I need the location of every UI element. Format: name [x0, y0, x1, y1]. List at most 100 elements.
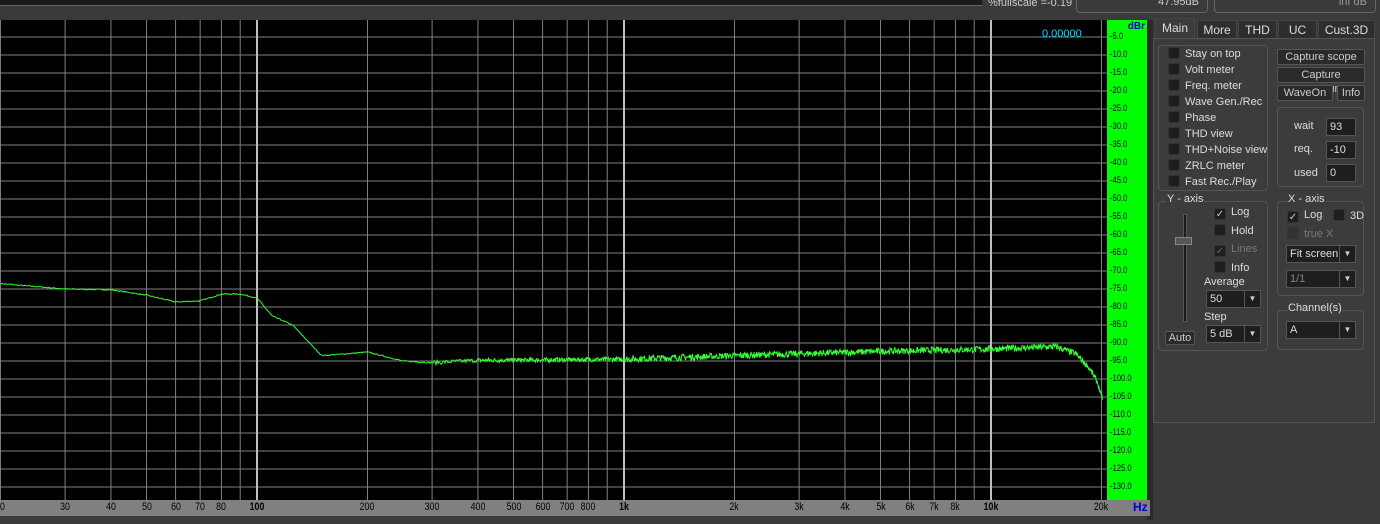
y-info-checkbox[interactable]: Info — [1214, 261, 1249, 275]
true-x-checkbox[interactable]: true X — [1287, 227, 1333, 241]
option-zrlc-meter-checkbox[interactable]: ZRLC meter — [1168, 159, 1245, 173]
level-readout-2: inf dB — [1214, 0, 1376, 13]
lines-checkbox[interactable]: ✓ Lines — [1214, 243, 1257, 257]
y-range-slider-handle[interactable] — [1175, 237, 1192, 245]
dropdown-arrow-icon: ▼ — [1339, 271, 1355, 287]
y-tick-label: -130.0 — [1110, 481, 1132, 491]
x-tick-label: 1k — [619, 501, 629, 513]
y-tick-label: -5.0 — [1110, 31, 1124, 41]
hold-checkbox[interactable]: Hold — [1214, 224, 1254, 238]
x-tick-label: 600 — [535, 501, 550, 513]
option-wave-gen-rec-checkbox[interactable]: Wave Gen./Rec — [1168, 95, 1262, 109]
spectrum-trace — [0, 282, 1103, 400]
dropdown-arrow-icon: ▼ — [1339, 246, 1355, 262]
y-tick-label: -20.0 — [1110, 85, 1128, 95]
option-phase-checkbox[interactable]: Phase — [1168, 111, 1216, 125]
dropdown-arrow-icon: ▼ — [1339, 322, 1355, 338]
y-tick-label: -85.0 — [1110, 319, 1128, 329]
level-bar — [0, 0, 982, 6]
checkbox-box — [1214, 224, 1226, 236]
x-tick-label: 700 — [559, 501, 575, 513]
checkmark-icon: ✓ — [1214, 245, 1226, 257]
x-tick-label: 30 — [60, 501, 70, 513]
x-axis-title: X - axis — [1287, 193, 1326, 205]
y-tick-label: -105.0 — [1110, 391, 1132, 401]
option-fast-rec-play-checkbox[interactable]: Fast Rec./Play — [1168, 175, 1257, 189]
tab-more[interactable]: More — [1197, 20, 1237, 39]
capture-scope-button[interactable]: Capture scope — [1277, 49, 1365, 65]
main-panel: Stay on top Volt meter Freq. meter Wave Gen… — [1153, 38, 1375, 423]
option-thd-view-checkbox[interactable]: THD view — [1168, 127, 1233, 141]
x-tick-label: 70 — [195, 501, 206, 513]
x-tick-label: 400 — [470, 501, 486, 513]
option-freq-meter-checkbox[interactable]: Freq. meter — [1168, 79, 1242, 93]
y-tick-label: -120.0 — [1110, 445, 1132, 455]
checkbox-box — [1333, 209, 1345, 221]
checkbox-box — [1168, 111, 1180, 123]
x-tick-label: 8k — [950, 501, 961, 513]
tab-cust3d[interactable]: Cust.3D — [1318, 20, 1375, 39]
checkbox-box — [1168, 95, 1180, 107]
y-tick-label: -25.0 — [1110, 103, 1128, 113]
x-axis-scale: Hz 20 30 40 50 60 70 80 100 200 300 400 500 600 700 80… — [0, 500, 1150, 516]
auto-button[interactable]: Auto — [1165, 331, 1195, 345]
capture-spectrum-button[interactable]: Capture spectrum — [1277, 67, 1365, 95]
x-tick-label: 10k — [983, 501, 999, 513]
step-select[interactable]: 5 dB ▼ — [1206, 325, 1261, 343]
x-tick-label: 800 — [581, 501, 596, 513]
option-volt-meter-checkbox[interactable]: Volt meter — [1168, 63, 1235, 77]
x-tick-label: 7k — [929, 501, 939, 513]
tab-uc[interactable]: UC — [1278, 20, 1317, 39]
y-tick-label: -90.0 — [1110, 337, 1128, 347]
y-tick-label: -95.0 — [1110, 355, 1128, 365]
fullscale-readout: %fullscale =-0.19 — [988, 0, 1073, 9]
x-tick-label: 4k — [840, 501, 850, 513]
y-log-checkbox[interactable]: ✓ Log — [1214, 206, 1249, 220]
x-tick-label: 6k — [904, 501, 915, 513]
x-tick-label: 3k — [794, 501, 804, 513]
fit-select[interactable]: Fit screen ▼ — [1286, 245, 1356, 263]
average-select[interactable]: 50 ▼ — [1206, 290, 1261, 308]
checkbox-box — [1168, 143, 1180, 155]
y-tick-label: -15.0 — [1110, 67, 1128, 77]
channel-select[interactable]: A ▼ — [1286, 321, 1356, 339]
waveon-button[interactable]: WaveOn — [1277, 85, 1333, 101]
spectrum-plot[interactable]: 0.00000 — [0, 18, 1107, 500]
y-axis-title: Y - axis — [1166, 193, 1205, 205]
used-field[interactable]: 0 — [1326, 164, 1356, 182]
checkbox-box — [1168, 63, 1180, 75]
checkmark-icon: ✓ — [1287, 211, 1299, 223]
y-tick-label: -65.0 — [1110, 247, 1128, 257]
checkbox-box — [1214, 261, 1226, 273]
y-tick-label: -30.0 — [1110, 121, 1128, 131]
req-field[interactable]: -10 — [1326, 141, 1356, 159]
checkbox-box — [1168, 159, 1180, 171]
cursor-readout: 0.00000 — [1042, 28, 1082, 40]
used-label: used — [1294, 167, 1318, 179]
checkmark-icon: ✓ — [1214, 208, 1226, 220]
checkbox-box — [1168, 47, 1180, 59]
option-stay-on-top-checkbox[interactable]: Stay on top — [1168, 47, 1241, 61]
checkbox-box — [1287, 227, 1299, 239]
x-tick-label: 2k — [729, 501, 740, 513]
y-tick-label: -110.0 — [1110, 409, 1132, 419]
y-range-slider-track[interactable] — [1183, 214, 1187, 322]
dropdown-arrow-icon: ▼ — [1244, 291, 1260, 307]
x-tick-label: 200 — [360, 501, 375, 513]
x-unit: Hz — [1133, 500, 1148, 514]
tab-main[interactable]: Main — [1155, 18, 1195, 39]
y-tick-label: -35.0 — [1110, 139, 1128, 149]
y-tick-label: -10.0 — [1110, 49, 1128, 59]
x-tick-label: 20 — [0, 501, 6, 513]
level-readout-1: 47.95dB — [1076, 0, 1208, 13]
ratio-select[interactable]: 1/1 ▼ — [1286, 270, 1356, 288]
wait-field[interactable]: 93 — [1326, 118, 1356, 136]
tab-thd[interactable]: THD — [1238, 20, 1277, 39]
x-log-checkbox[interactable]: ✓ Log — [1287, 209, 1322, 223]
spectrum-svg — [0, 18, 1107, 500]
info-button[interactable]: Info — [1337, 85, 1365, 101]
3d-checkbox[interactable]: 3D — [1333, 209, 1364, 223]
dropdown-arrow-icon: ▼ — [1244, 326, 1260, 342]
step-label: Step — [1204, 311, 1227, 323]
option-thd-noise-view-checkbox[interactable]: THD+Noise view — [1168, 143, 1267, 157]
